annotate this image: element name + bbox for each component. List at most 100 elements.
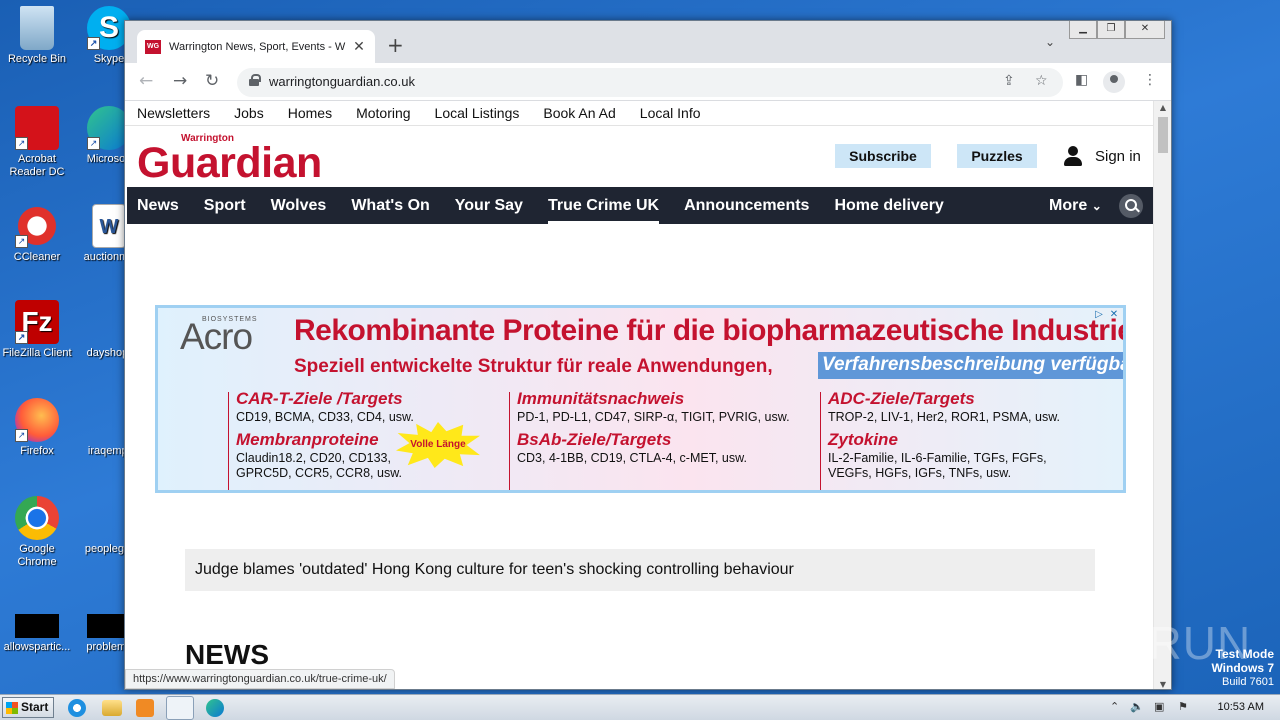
utility-nav-book-an-ad[interactable]: Book An Ad: [543, 101, 615, 125]
nav-true-crime-uk[interactable]: True Crime UK: [547, 187, 660, 224]
page-viewport: Newsletters Jobs Homes Motoring Local Li…: [125, 101, 1155, 689]
link-status-bar: https://www.warringtonguardian.co.uk/tru…: [125, 669, 395, 689]
desktop-icon-filezilla[interactable]: Fz ↗ FileZilla Client: [0, 300, 74, 360]
breaking-headline-link[interactable]: Judge blames 'outdated' Hong Kong cultur…: [185, 549, 1095, 591]
taskbar-clock[interactable]: 10:53 AM: [1218, 701, 1264, 713]
start-button[interactable]: Start: [2, 697, 54, 718]
ad-divider: [228, 392, 229, 490]
utility-nav-jobs[interactable]: Jobs: [234, 101, 264, 125]
ad-column-title: CAR-T-Ziele /Targets: [236, 389, 403, 408]
nav-news[interactable]: News: [137, 187, 179, 224]
build-label: Build 7601: [1222, 676, 1274, 688]
menu-kebab-icon[interactable]: ⋮: [1143, 72, 1157, 88]
chevron-down-icon: ⌄: [1091, 199, 1102, 213]
taskbar: Start ⌃ 🔈 ▣ ⚑ 10:53 AM: [0, 694, 1280, 720]
volume-icon[interactable]: 🔈: [1130, 700, 1144, 713]
chrome-icon: [15, 496, 59, 540]
ad-column-body: TROP-2, LIV-1, Her2, ROR1, PSMA, usw.: [828, 410, 1061, 424]
ad-column-body: Claudin18.2, CD20, CD133, GPRC5D, CCR5, …: [236, 451, 403, 480]
chrome-taskbar-icon[interactable]: [166, 696, 194, 720]
nav-whats-on[interactable]: What's On: [351, 187, 429, 224]
lock-icon: [249, 74, 261, 86]
ad-divider: [820, 392, 821, 490]
side-panel-icon[interactable]: ◧: [1075, 72, 1088, 88]
ad-column-body: CD3, 4-1BB, CD19, CTLA-4, c-MET, usw.: [517, 451, 747, 465]
ad-column-title: BsAb-Ziele/Targets: [517, 430, 672, 449]
scrollbar-thumb[interactable]: [1158, 117, 1168, 153]
edge-taskbar-icon[interactable]: [206, 699, 224, 717]
ad-headline: Rekombinante Proteine für die biopharmaz…: [294, 314, 1126, 347]
acrobat-icon: ↗: [15, 106, 59, 150]
utility-nav-motoring[interactable]: Motoring: [356, 101, 410, 125]
ad-brand-logo: Acro: [180, 316, 253, 357]
shortcut-arrow-icon: ↗: [15, 331, 28, 344]
address-url[interactable]: warringtonguardian.co.uk: [269, 74, 415, 89]
main-nav: News Sport Wolves What's On Your Say Tru…: [127, 187, 1153, 224]
more-label: More: [1049, 197, 1088, 214]
desktop-icon-label: allowspartic...: [3, 641, 71, 653]
shortcut-arrow-icon: ↗: [15, 235, 28, 248]
ad-column-title: Immunitätsnachweis: [517, 389, 685, 408]
tray-expand-icon[interactable]: ⌃: [1110, 700, 1119, 713]
site-logo[interactable]: Warrington Guardian: [137, 133, 322, 187]
section-title: NEWS: [185, 639, 269, 670]
profile-avatar-icon[interactable]: [1103, 71, 1125, 93]
browser-tab[interactable]: WG Warrington News, Sport, Events - W ✕: [137, 30, 375, 63]
address-bar[interactable]: warringtonguardian.co.uk ⇪ ☆: [237, 68, 1063, 97]
action-center-flag-icon[interactable]: ⚑: [1178, 700, 1188, 713]
ad-column-title: ADC-Ziele/Targets: [828, 389, 975, 408]
subscribe-button[interactable]: Subscribe: [835, 144, 931, 168]
network-icon[interactable]: ▣: [1154, 700, 1164, 713]
file-explorer-icon[interactable]: [102, 700, 122, 716]
advertisement-banner[interactable]: ▷ ✕ BIOSYSTEMS Acro Rekombinante Protein…: [155, 305, 1126, 493]
desktop-icon-allowspartic[interactable]: allowspartic...: [0, 614, 74, 654]
utility-nav-homes[interactable]: Homes: [288, 101, 332, 125]
test-mode-label: Test Mode: [1215, 647, 1274, 661]
utility-nav-local-info[interactable]: Local Info: [640, 101, 701, 125]
search-icon[interactable]: [1119, 194, 1143, 218]
nav-your-say[interactable]: Your Say: [455, 187, 523, 224]
media-player-icon[interactable]: [136, 699, 154, 717]
tab-strip: WG Warrington News, Sport, Events - W ✕ …: [125, 21, 1171, 63]
internet-explorer-icon[interactable]: [68, 699, 86, 717]
browser-toolbar: ← → ↻ warringtonguardian.co.uk ⇪ ☆ ◧ ⋮: [125, 63, 1171, 101]
desktop-icon-firefox[interactable]: ↗ Firefox: [0, 398, 74, 458]
tab-search-chevron-icon[interactable]: ⌄: [1045, 35, 1055, 49]
nav-home-delivery[interactable]: Home delivery: [834, 187, 943, 224]
reload-icon[interactable]: ↻: [205, 71, 219, 91]
utility-nav-local-listings[interactable]: Local Listings: [435, 101, 520, 125]
bookmark-star-icon[interactable]: ☆: [1035, 73, 1048, 89]
puzzles-button[interactable]: Puzzles: [957, 144, 1037, 168]
os-label: Windows 7: [1211, 661, 1274, 675]
ccleaner-icon: ↗: [15, 204, 59, 248]
sign-in-link[interactable]: Sign in: [1063, 145, 1141, 167]
ad-subline: Speziell entwickelte Struktur für reale …: [294, 356, 773, 377]
utility-nav: Newsletters Jobs Homes Motoring Local Li…: [125, 101, 1155, 126]
nav-wolves[interactable]: Wolves: [271, 187, 327, 224]
desktop-icon-recycle-bin[interactable]: Recycle Bin: [0, 6, 74, 66]
browser-window: WG Warrington News, Sport, Events - W ✕ …: [124, 20, 1172, 690]
logo-main-text: Guardian: [137, 139, 322, 187]
nav-more-button[interactable]: More ⌄: [1049, 187, 1102, 225]
share-icon[interactable]: ⇪: [1003, 73, 1015, 89]
scroll-down-icon[interactable]: ▼: [1154, 680, 1171, 689]
ad-column-title: Zytokine: [828, 430, 898, 449]
nav-announcements[interactable]: Announcements: [684, 187, 809, 224]
desktop-icon-ccleaner[interactable]: ↗ CCleaner: [0, 204, 74, 264]
close-tab-icon[interactable]: ✕: [351, 39, 367, 55]
minimize-icon[interactable]: ▁: [1069, 21, 1097, 39]
back-icon[interactable]: ←: [139, 71, 153, 91]
tab-title: Warrington News, Sport, Events - W: [169, 40, 346, 53]
nav-sport[interactable]: Sport: [204, 187, 246, 224]
forward-icon[interactable]: →: [173, 71, 187, 91]
ad-column: Immunitätsnachweis PD-1, PD-L1, CD47, SI…: [509, 388, 807, 490]
maximize-icon[interactable]: ❐: [1097, 21, 1125, 39]
desktop-icon-chrome[interactable]: Google Chrome: [0, 496, 74, 569]
scroll-up-icon[interactable]: ▲: [1154, 103, 1171, 112]
page-scrollbar[interactable]: ▲ ▼: [1153, 101, 1171, 689]
ad-divider: [509, 392, 510, 490]
close-window-icon[interactable]: ✕: [1125, 21, 1165, 39]
desktop-icon-acrobat[interactable]: ↗ Acrobat Reader DC: [0, 106, 74, 179]
new-tab-icon[interactable]: +: [387, 33, 404, 57]
utility-nav-newsletters[interactable]: Newsletters: [137, 101, 210, 125]
